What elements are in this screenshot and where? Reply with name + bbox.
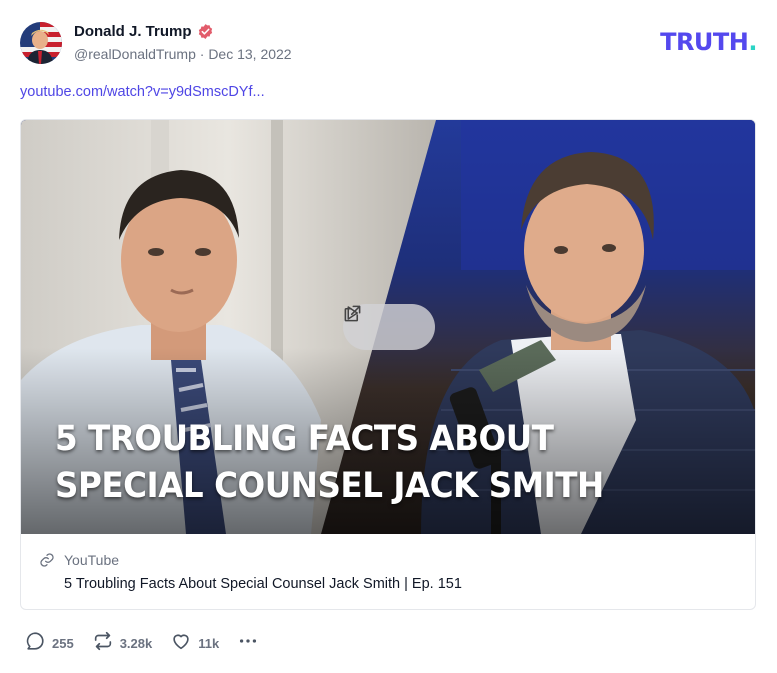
logo-text: TRUTH [660, 28, 749, 56]
retruth-button[interactable]: 3.28k [92, 630, 153, 657]
more-button[interactable] [237, 630, 259, 657]
post-actions: 255 3.28k 11k [24, 630, 259, 656]
author-handle[interactable]: @realDonaldTrump [74, 46, 196, 62]
play-icon[interactable] [347, 306, 383, 338]
author-name-row: Donald J. Trump [74, 23, 214, 40]
heart-icon [170, 630, 192, 657]
reply-button[interactable]: 255 [24, 630, 74, 657]
video-controls [343, 304, 435, 350]
media-title[interactable]: 5 Troubling Facts About Special Counsel … [64, 576, 462, 592]
truth-logo: TRUTH. [660, 28, 757, 56]
reply-count: 255 [52, 635, 74, 651]
link-icon [39, 552, 55, 568]
like-count: 11k [198, 635, 220, 651]
provider-row: YouTube [39, 552, 119, 568]
meta-separator: · [199, 46, 205, 62]
retruth-count: 3.28k [119, 635, 153, 651]
retruth-icon [92, 630, 114, 657]
media-card-meta: YouTube 5 Troubling Facts About Special … [21, 534, 755, 609]
like-button[interactable]: 11k [170, 630, 219, 657]
reply-icon [24, 630, 46, 657]
external-link-icon[interactable] [344, 305, 417, 338]
avatar[interactable] [20, 22, 62, 64]
media-card[interactable]: 5 TROUBLING FACTS ABOUT SPECIAL COUNSEL … [20, 119, 756, 610]
post-header: Donald J. Trump @realDonaldTrump · Dec 1… [20, 20, 757, 66]
provider-name: YouTube [64, 552, 120, 568]
author-meta: @realDonaldTrump · Dec 13, 2022 [74, 46, 292, 62]
thumbnail-headline-line2: SPECIAL COUNSEL JACK SMITH [55, 466, 604, 506]
thumbnail-headline: 5 TROUBLING FACTS ABOUT SPECIAL COUNSEL … [55, 416, 604, 510]
logo-dot: . [748, 28, 757, 56]
more-icon [237, 630, 259, 657]
post-link[interactable]: youtube.com/watch?v=y9dSmscDYf... [20, 84, 265, 100]
thumbnail-headline-line1: 5 TROUBLING FACTS ABOUT [55, 419, 554, 459]
post-date[interactable]: Dec 13, 2022 [208, 46, 291, 62]
author-display-name[interactable]: Donald J. Trump [74, 23, 192, 40]
video-thumbnail[interactable]: 5 TROUBLING FACTS ABOUT SPECIAL COUNSEL … [21, 120, 755, 534]
verified-badge-icon [197, 23, 214, 40]
